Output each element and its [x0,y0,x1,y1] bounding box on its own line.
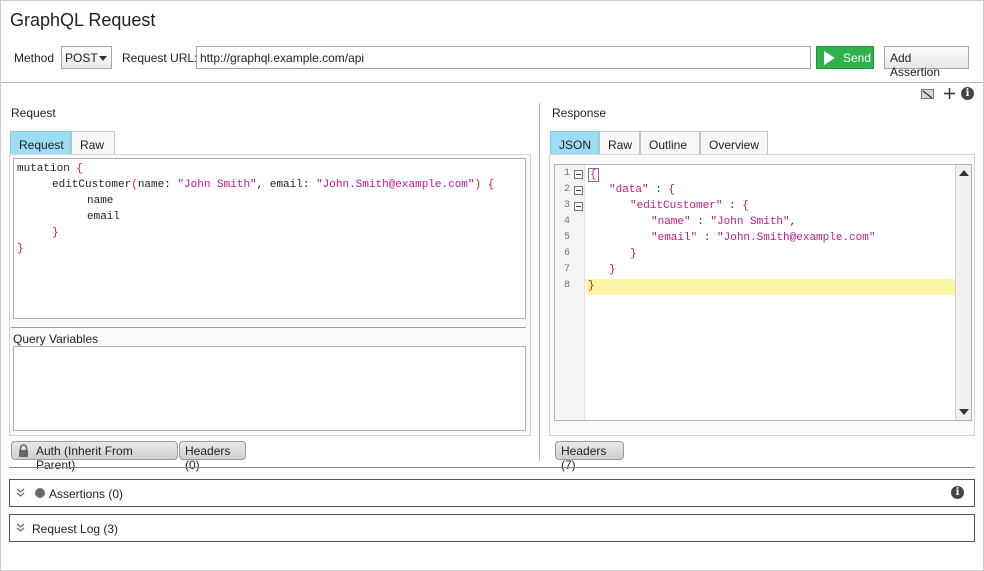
json-line-2: "data" : { [609,184,676,196]
query-line-5: } [52,227,59,239]
fold-toggle-icon[interactable] [574,202,583,211]
tab-raw-response[interactable]: Raw [599,131,640,155]
send-label: Send [843,51,872,65]
url-label: Request URL: [122,51,198,65]
query-editor[interactable]: mutation { editCustomer(name: "John Smit… [13,158,526,319]
auth-tab[interactable]: Auth (Inherit From Parent) [11,441,178,472]
request-log-label: Request Log (3) [32,522,119,536]
chevron-down-icon [99,56,107,61]
response-headers-tab[interactable]: Headers (7) [555,441,624,472]
status-dot-icon [35,488,45,498]
query-line-3: name [87,195,114,207]
line-number: 7 [563,264,570,275]
lock-icon [18,444,29,460]
json-line-7: } [609,264,616,276]
json-line-8: } [588,280,595,292]
code-line: mutation { [17,163,83,175]
main-divider [9,467,975,468]
line-number: 5 [563,232,570,243]
query-line-6: } [17,243,24,255]
query-line-1: mutation { [17,163,84,175]
json-line-3: "editCustomer" : { [630,200,749,212]
method-select[interactable]: POST [61,46,112,69]
scroll-down-icon[interactable] [959,409,969,415]
tab-request[interactable]: Request [10,131,71,155]
request-headers-tab[interactable]: Headers (0) [179,441,246,472]
query-variables-editor[interactable] [13,346,526,431]
request-heading: Request [11,106,56,120]
url-input[interactable]: http://graphql.example.com/api [196,46,811,69]
assertions-section[interactable]: Assertions (0) i [9,479,975,507]
plus-icon[interactable] [943,87,956,100]
line-number: 8 [563,280,570,291]
format-icon[interactable] [921,88,935,100]
query-variables-label: Query Variables [13,332,99,346]
add-assertion-button[interactable]: Add Assertion [884,46,969,79]
line-number: 1 [563,168,570,179]
request-log-section[interactable]: Request Log (3) [9,514,975,542]
splitter[interactable] [11,327,526,328]
json-line-5: "email" : "John.Smith@example.com" [651,232,876,244]
scroll-up-icon[interactable] [959,170,969,176]
line-number: 4 [563,216,570,227]
expand-chevron-icon[interactable] [16,488,25,500]
vertical-scrollbar[interactable] [955,165,971,420]
assertions-label: Assertions (0) [49,487,124,501]
fold-toggle-icon[interactable] [574,186,583,195]
json-line-6: } [630,248,637,260]
tab-outline[interactable]: Outline [640,131,700,155]
tab-json[interactable]: JSON [550,131,599,155]
line-number: 6 [563,248,570,259]
play-icon [824,51,835,65]
panel-divider[interactable] [539,103,540,461]
json-line-1: { [588,168,599,182]
send-button[interactable]: Send [816,46,874,69]
expand-chevron-icon[interactable] [16,523,25,535]
page-title: GraphQL Request [10,10,156,30]
method-label: Method [14,51,55,65]
query-line-2: editCustomer(name: "John Smith", email: … [52,179,495,191]
current-line-highlight [586,279,955,295]
line-number: 3 [563,200,570,211]
method-value: POST [65,51,98,65]
response-viewer[interactable]: 1 2 3 4 5 6 7 8 { "data" : { "editCustom… [554,164,972,421]
info-icon[interactable]: i [961,87,974,100]
tab-overview[interactable]: Overview [700,131,768,155]
response-heading: Response [552,106,607,120]
info-icon[interactable]: i [951,486,964,499]
line-number: 2 [563,184,570,195]
tab-raw[interactable]: Raw [71,131,115,155]
toolbar-divider [1,82,983,83]
fold-toggle-icon[interactable] [574,170,583,179]
json-line-4: "name" : "John Smith", [651,216,797,228]
query-line-4: email [87,211,121,223]
